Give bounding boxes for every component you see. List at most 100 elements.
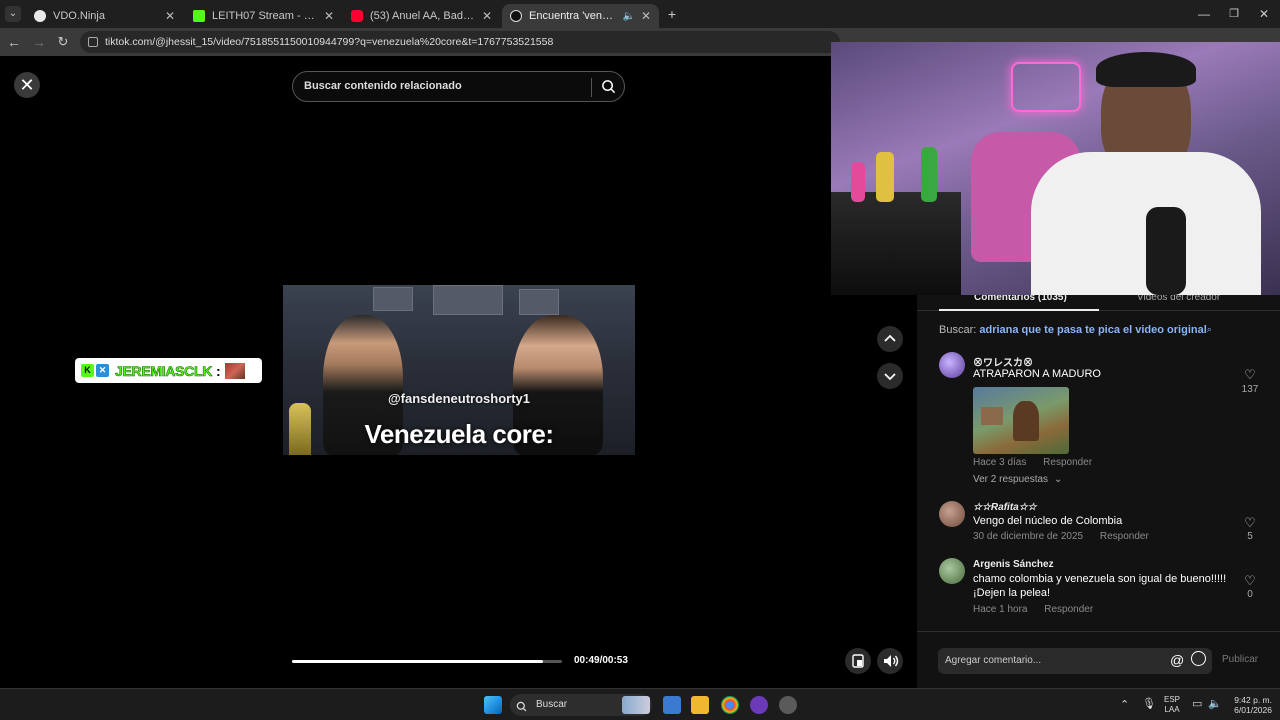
site-info-icon[interactable] — [88, 37, 98, 47]
close-tab-icon[interactable]: ✕ — [641, 9, 651, 23]
tab-label: (53) Anuel AA, Bad Bunny - La Última Vez — [370, 10, 476, 22]
video-watermark: @fansdeneutroshorty1 — [388, 391, 530, 406]
store-icon[interactable] — [663, 696, 681, 714]
comment-text: chamo colombia y venezuela son igual de … — [973, 573, 1227, 599]
globe-icon — [34, 10, 46, 22]
reply-button[interactable]: Responder — [1043, 457, 1092, 468]
heart-icon[interactable]: ♡ — [1242, 367, 1258, 383]
forward-icon[interactable]: → — [31, 34, 47, 50]
app-icon[interactable] — [750, 696, 768, 714]
language-indicator[interactable]: ESP LAA — [1164, 695, 1180, 715]
network-icon[interactable]: ▭ — [1192, 697, 1202, 710]
microphone-icon[interactable]: 🎙 — [1142, 697, 1156, 710]
address-bar[interactable]: tiktok.com/@jhessit_15/video/75185511500… — [80, 31, 840, 53]
search-icon — [516, 701, 527, 712]
desk — [831, 192, 961, 295]
start-icon[interactable] — [484, 696, 502, 714]
new-tab-button[interactable]: + — [664, 6, 680, 22]
floating-player-button[interactable] — [845, 648, 871, 674]
search-query-link[interactable]: adriana que te pasa te pica el video ori… — [979, 324, 1206, 336]
comment-text: ATRAPARON A MADURO — [973, 368, 1101, 380]
close-tab-icon[interactable]: ✕ — [165, 9, 175, 23]
reply-button[interactable]: Responder — [1044, 604, 1093, 615]
see-replies-button[interactable]: Ver 2 respuestas ⌄ — [973, 474, 1062, 485]
wall-frame — [433, 285, 503, 315]
tab-vdo-ninja[interactable]: VDO.Ninja ✕ — [26, 4, 183, 28]
tab-search-button[interactable]: ⌄ — [5, 6, 21, 22]
youtube-icon — [351, 10, 363, 22]
search-divider — [591, 78, 592, 97]
next-video-button[interactable] — [877, 363, 903, 389]
overlay-thumbnail — [224, 362, 245, 379]
avatar[interactable] — [939, 352, 965, 378]
related-search-input[interactable]: Buscar contenido relacionado — [292, 71, 625, 102]
comment-username[interactable]: ☆☆Rafita☆☆ — [973, 502, 1037, 513]
comment-date: 30 de diciembre de 2025 — [973, 531, 1084, 542]
tiktok-icon — [510, 10, 522, 22]
close-video-button[interactable]: ✕ — [14, 72, 40, 98]
app-icon[interactable] — [779, 696, 797, 714]
volume-button[interactable] — [877, 648, 903, 674]
minimize-button[interactable]: — — [1196, 6, 1212, 22]
comment-date: Hace 3 días — [973, 457, 1027, 468]
previous-video-button[interactable] — [877, 326, 903, 352]
reply-button[interactable]: Responder — [1100, 531, 1149, 542]
restore-button[interactable]: ❐ — [1226, 6, 1242, 22]
figurine — [921, 147, 937, 202]
close-tab-icon[interactable]: ✕ — [324, 9, 334, 23]
video-progress-bar[interactable] — [292, 660, 562, 663]
speaker-icon[interactable]: 🔈 — [622, 11, 634, 22]
chevron-up-icon[interactable]: ⌃ — [1120, 698, 1129, 711]
windows-taskbar: Buscar ⌃ 🎙 ESP LAA ▭ 🔈 9:42 p. m. 6/01/2… — [0, 688, 1280, 720]
comment-username[interactable]: Argenis Sánchez — [973, 559, 1054, 570]
close-tab-icon[interactable]: ✕ — [482, 9, 492, 23]
reload-icon[interactable]: ↻ — [55, 34, 71, 50]
tab-youtube[interactable]: (53) Anuel AA, Bad Bunny - La Última Vez… — [343, 4, 500, 28]
avatar[interactable] — [939, 558, 965, 584]
widget-icon[interactable] — [622, 696, 650, 714]
tab-label: VDO.Ninja — [53, 10, 105, 22]
volume-icon — [884, 655, 899, 667]
kick-logo-icon: K — [81, 364, 94, 377]
file-explorer-icon[interactable] — [691, 696, 709, 714]
comment-date: Hace 1 hora — [973, 604, 1028, 615]
publish-button[interactable]: Publicar — [1222, 654, 1258, 665]
tab-tiktok[interactable]: Encuentra 'venezuela core' en TikTok 🔈 ✕ — [502, 4, 659, 28]
overlay-colon: : — [216, 362, 221, 379]
comment-image[interactable] — [973, 387, 1069, 454]
stream-overlay-tag: K ✕ JEREMIASCLK : — [75, 358, 262, 383]
back-icon[interactable]: ← — [6, 34, 22, 50]
house-figure — [981, 407, 1003, 425]
kick-icon — [193, 10, 205, 22]
speaker-icon[interactable]: 🔈 — [1208, 697, 1222, 710]
figurine — [876, 152, 894, 202]
search-suggestion[interactable]: Buscar: adriana que te pasa te pica el v… — [939, 324, 1212, 336]
heart-icon[interactable]: ♡ — [1242, 573, 1258, 589]
neon-light — [1011, 62, 1081, 112]
clock-date: 6/01/2026 — [1234, 705, 1272, 715]
comment-input-row: Agregar comentario... @ Publicar — [917, 631, 1280, 688]
video-frame[interactable]: @fansdeneutroshorty1 Venezuela core: — [283, 285, 635, 455]
emoji-icon[interactable] — [1191, 651, 1206, 666]
streamer-hair — [1096, 52, 1196, 87]
video-caption: Venezuela core: — [364, 419, 554, 449]
chevron-down-icon: ⌄ — [1053, 474, 1063, 485]
video-progress-fill — [292, 660, 544, 663]
comment-text: Vengo del núcleo de Colombia — [973, 515, 1123, 527]
comment-meta: Hace 1 hora Responder — [973, 604, 1093, 615]
see-replies-label: Ver 2 respuestas — [973, 474, 1049, 485]
figurine — [851, 162, 865, 202]
heart-icon[interactable]: ♡ — [1242, 515, 1258, 531]
lang-bottom: LAA — [1164, 705, 1180, 714]
platform-logo-icon: ✕ — [96, 364, 109, 377]
mention-icon[interactable]: @ — [1170, 652, 1184, 668]
like-count: 0 — [1247, 589, 1253, 600]
tab-kick-stream[interactable]: LEITH07 Stream - Watch Live on Kick ✕ — [185, 4, 342, 28]
picture-in-picture-icon — [852, 654, 864, 668]
search-icon[interactable] — [601, 79, 616, 94]
chrome-icon[interactable] — [721, 696, 739, 714]
taskbar-clock[interactable]: 9:42 p. m. 6/01/2026 — [1226, 695, 1272, 715]
avatar[interactable] — [939, 501, 965, 527]
streamer-name: JEREMIASCLK — [115, 362, 213, 379]
close-window-button[interactable]: ✕ — [1256, 6, 1272, 22]
